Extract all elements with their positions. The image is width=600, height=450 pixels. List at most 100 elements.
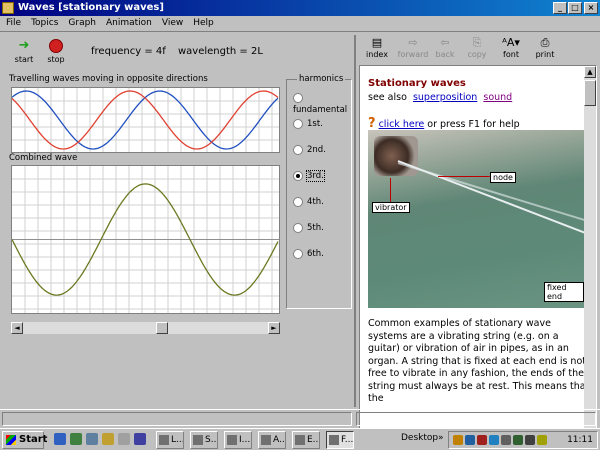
taskbar-task[interactable]: I...	[224, 431, 252, 449]
status-bar	[0, 409, 600, 427]
tray-icon-1[interactable]	[453, 435, 463, 445]
start-button[interactable]: ➜ start	[9, 38, 39, 65]
sound-link[interactable]: sound	[483, 92, 512, 103]
taskbar-task[interactable]: S...	[190, 431, 218, 449]
toolbar-overflow-icon[interactable]: »	[438, 433, 444, 443]
node-pointer	[438, 176, 490, 177]
menu-graph[interactable]: Graph	[62, 16, 100, 28]
maximize-button[interactable]: □	[568, 2, 582, 14]
print-button[interactable]: ⎙ print	[529, 36, 561, 60]
taskbar-task[interactable]: L...	[156, 431, 184, 449]
menu-topics[interactable]: Topics	[25, 16, 62, 28]
task-app-icon	[329, 435, 339, 445]
desktop-toolbar-label[interactable]: Desktop	[401, 433, 438, 443]
close-button[interactable]: ×	[584, 2, 598, 14]
volume-icon[interactable]	[525, 435, 535, 445]
stop-button[interactable]: stop	[41, 39, 71, 64]
harmonic-option[interactable]: 4th.	[293, 196, 324, 210]
font-label: font	[503, 50, 519, 59]
task-app-icon	[159, 435, 169, 445]
back-button[interactable]: ⇦ back	[429, 36, 461, 60]
travelling-wave-svg	[12, 88, 279, 152]
radio-button[interactable]	[293, 222, 303, 233]
harmonic-option[interactable]: 6th.	[293, 248, 324, 262]
travelling-wave-plot	[11, 87, 280, 153]
index-button[interactable]: ▤ index	[361, 37, 393, 60]
tray-icon-2[interactable]	[465, 435, 475, 445]
quicklaunch-icon-3[interactable]	[86, 433, 98, 445]
back-icon: ⇦	[440, 36, 450, 49]
travelling-label: Travelling waves moving in opposite dire…	[9, 74, 208, 84]
print-icon: ⎙	[540, 36, 550, 49]
ie-icon[interactable]	[54, 433, 66, 445]
scroll-left-button[interactable]: ◄	[11, 322, 23, 334]
quicklaunch-icon-2[interactable]	[70, 433, 82, 445]
harmonic-option[interactable]: 5th.	[293, 222, 324, 236]
taskbar-task[interactable]: E...	[292, 431, 320, 449]
scroll-right-button[interactable]: ►	[268, 322, 280, 334]
harmonic-option[interactable]: 2nd.	[293, 144, 326, 158]
horizontal-scrollbar[interactable]: ◄ ►	[11, 322, 280, 334]
harmonic-label: 2nd.	[307, 145, 326, 155]
scroll-thumb[interactable]	[155, 322, 168, 334]
quicklaunch-icon-5[interactable]	[118, 433, 130, 445]
start-button-os[interactable]: Start	[2, 431, 47, 449]
click-here-link[interactable]: click here	[379, 119, 425, 130]
fixed-end-callout: fixed end	[544, 282, 584, 302]
start-arrow-icon: ➜	[18, 38, 30, 53]
harmonic-label: fundamental	[293, 105, 348, 115]
app-icon	[2, 2, 14, 14]
quicklaunch-icon-4[interactable]	[102, 433, 114, 445]
window-title: Waves [stationary waves]	[18, 2, 164, 13]
taskbar-task[interactable]: A...	[258, 431, 286, 449]
help-content: Stationary waves see also superposition …	[359, 65, 597, 441]
radio-button[interactable]	[293, 92, 303, 103]
font-icon: ᴬA▾	[502, 36, 520, 49]
menu-help[interactable]: Help	[187, 16, 218, 28]
radio-button[interactable]	[293, 196, 303, 207]
tray-icon-6[interactable]	[513, 435, 523, 445]
taskbar-task[interactable]: F...	[326, 431, 354, 449]
pane-splitter[interactable]	[354, 35, 356, 407]
menu-file[interactable]: File	[0, 16, 25, 28]
frequency-readout: frequency = 4f	[91, 46, 166, 57]
radio-button[interactable]	[293, 118, 303, 129]
harmonic-option[interactable]: 3rd.	[293, 170, 325, 184]
help-heading: Stationary waves	[368, 78, 466, 89]
scroll-up-button[interactable]: ▲	[584, 66, 596, 78]
vibrator-image	[374, 136, 418, 176]
copy-button[interactable]: ⎘ copy	[461, 37, 493, 60]
harmonic-option[interactable]: 1st.	[293, 118, 323, 132]
forward-button[interactable]: ⇨ forward	[397, 37, 429, 60]
combined-wave-plot	[11, 165, 280, 314]
combined-wave-svg	[12, 166, 279, 313]
task-label: A...	[273, 435, 285, 445]
app-window: Waves [stationary waves] _ □ × File Topic…	[0, 0, 600, 441]
font-button[interactable]: ᴬA▾ font	[495, 36, 527, 60]
combined-label: Combined wave	[9, 153, 78, 163]
tray-icon-4[interactable]	[489, 435, 499, 445]
tray-icon-3[interactable]	[477, 435, 487, 445]
help-vertical-scrollbar[interactable]: ▲ ▼	[584, 66, 596, 440]
harmonic-label: 3rd.	[306, 170, 325, 182]
radio-button[interactable]	[293, 144, 303, 155]
tray-icon-5[interactable]	[501, 435, 511, 445]
node-callout: node	[490, 172, 516, 183]
forward-label: forward	[397, 50, 429, 59]
menu-view[interactable]: View	[156, 16, 187, 28]
quicklaunch-icon-6[interactable]	[134, 433, 146, 445]
superposition-link[interactable]: superposition	[413, 92, 477, 103]
radio-button[interactable]	[293, 170, 303, 181]
task-app-icon	[193, 435, 203, 445]
status-panel-left	[2, 412, 352, 426]
index-label: index	[366, 50, 388, 59]
harmonic-option[interactable]: fundamental	[293, 92, 351, 115]
help-scroll-thumb[interactable]	[584, 80, 596, 106]
help-paragraph: Common examples of stationary wave syste…	[368, 318, 590, 404]
minimize-button[interactable]: _	[553, 2, 567, 14]
radio-button[interactable]	[293, 248, 303, 259]
back-label: back	[435, 50, 455, 59]
menu-animation[interactable]: Animation	[100, 16, 156, 28]
tray-icon-8[interactable]	[537, 435, 547, 445]
vibrator-callout: vibrator	[372, 202, 410, 213]
